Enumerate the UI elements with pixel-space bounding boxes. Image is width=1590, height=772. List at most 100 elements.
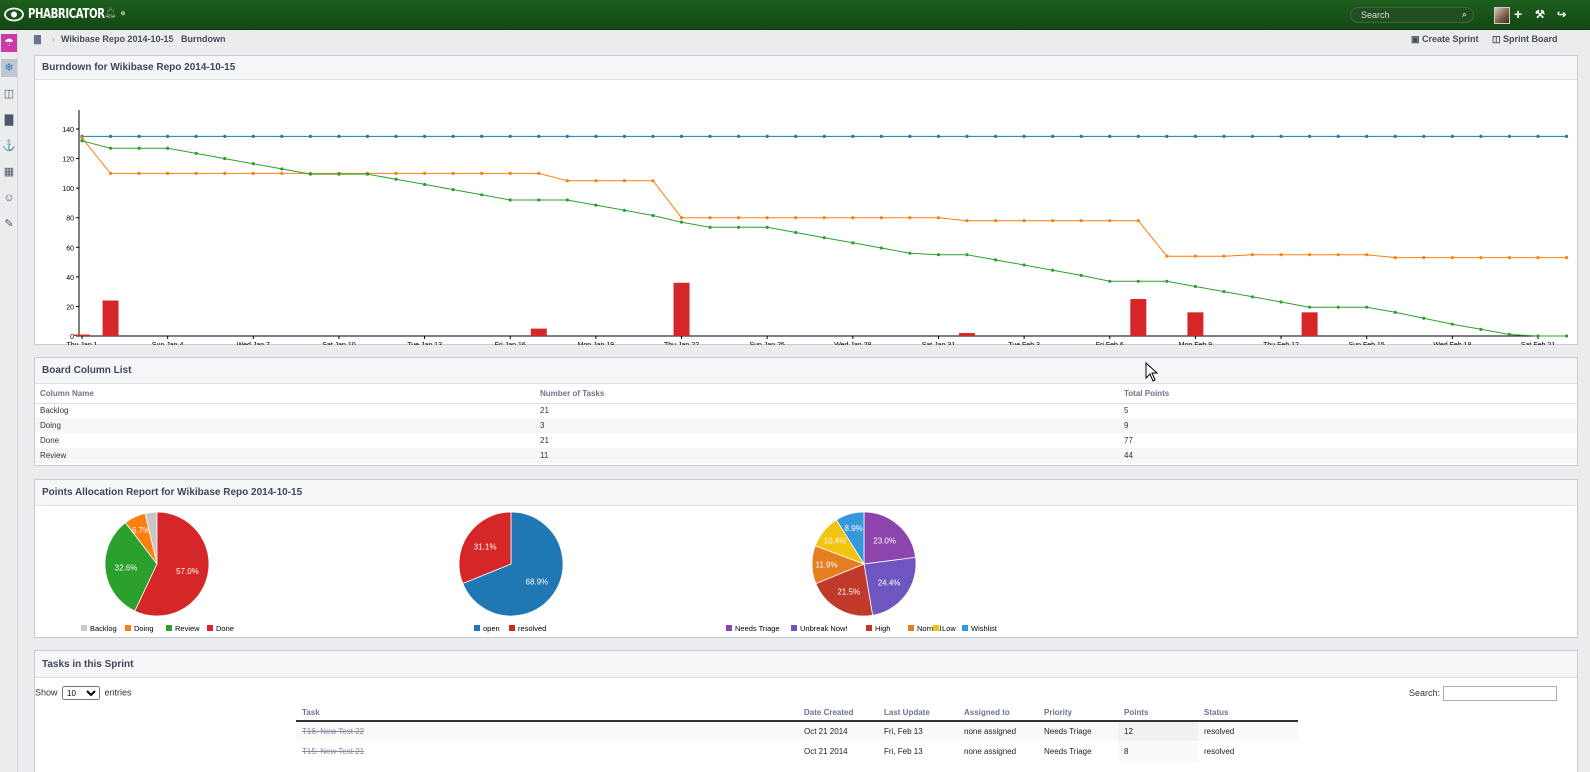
legend-swatch	[726, 625, 732, 631]
breadcrumb-burndown[interactable]: Burndown	[181, 34, 226, 44]
remaining-points-point	[936, 216, 941, 220]
x-tick-label: Tue Feb 3	[1008, 342, 1040, 345]
search-input[interactable]	[1359, 9, 1455, 21]
last-update-column-header[interactable]: Last Update	[878, 705, 958, 722]
sprint-board-button[interactable]: ◫ Sprint Board	[1492, 34, 1558, 45]
create-plus-icon[interactable]: +	[1514, 6, 1522, 22]
board-icon[interactable]: ◫	[1, 85, 17, 103]
legend-item[interactable]: Needs Triage	[726, 624, 780, 633]
start-points-point	[451, 134, 455, 138]
remaining-points-point	[1079, 219, 1083, 223]
ideal-points-point	[765, 225, 769, 229]
column-header[interactable]: Column Name	[35, 384, 535, 404]
chart-icon[interactable]: ▇	[1, 111, 17, 129]
total-points-cell: 77	[1124, 436, 1133, 445]
start-points-point	[480, 134, 484, 138]
remaining-points-point	[280, 171, 284, 175]
start-points-point	[879, 134, 883, 138]
date-created-cell: Oct 21 2014	[798, 741, 878, 761]
x-tick-label: Thu Jan 1	[66, 342, 97, 345]
ideal-points-point	[1193, 284, 1198, 289]
create-sprint-label: Create Sprint	[1422, 34, 1479, 44]
logout-icon[interactable]: ↪	[1557, 8, 1566, 21]
task-link[interactable]: T15: New Test 21	[302, 747, 364, 756]
page-size-select[interactable]: 10	[62, 686, 101, 700]
pencil-icon[interactable]: ✎	[1, 215, 17, 233]
start-points-point	[1564, 134, 1569, 138]
doing-slice-label: 6.7%	[132, 526, 150, 535]
chart-icon[interactable]: ▇	[34, 34, 41, 45]
column-name-cell: Review	[35, 448, 535, 463]
task-cell: T16: New Test 22	[296, 721, 798, 741]
board-column-table: Column Name Number of Tasks Total Points…	[35, 384, 1577, 463]
ideal-points-point	[223, 156, 227, 161]
brand-logo[interactable]: PHABRICATOR	[28, 7, 105, 22]
notifications-bell-icon[interactable]: 🔔︎	[104, 8, 117, 19]
user-avatar[interactable]	[1494, 7, 1510, 24]
legend-item[interactable]: Wishlist	[962, 624, 998, 633]
search-icon[interactable]: ⌕	[1462, 9, 1467, 20]
board-column-panel: Board Column List Column Name Number of …	[34, 357, 1578, 466]
ideal-points-point	[1365, 305, 1369, 309]
x-tick-label: Fri Feb 6	[1096, 342, 1124, 345]
remaining-points-point	[679, 216, 684, 220]
create-sprint-button[interactable]: ▣ Create Sprint	[1411, 34, 1479, 45]
remaining-points-point	[1308, 253, 1312, 257]
table-row: Backlog 21 5	[35, 403, 1577, 418]
calendar-icon: ▣	[1411, 34, 1420, 44]
priority-column-header[interactable]: Priority	[1038, 705, 1118, 722]
legend-label: Wishlist	[971, 624, 998, 633]
legend-item[interactable]: open	[474, 624, 500, 633]
remaining-points-point	[737, 216, 741, 220]
mouse-cursor-icon	[1145, 362, 1159, 382]
legend-item[interactable]: Review	[166, 624, 200, 633]
ideal-points-point	[1336, 305, 1340, 309]
points-column-header[interactable]: Points	[1118, 705, 1198, 722]
start-points-point	[422, 134, 427, 138]
status-column-header[interactable]: Status	[1198, 705, 1298, 722]
ideal-points-point	[1450, 322, 1454, 326]
legend-item[interactable]: Unbreak Now!	[791, 624, 848, 633]
points-cell: 8	[1118, 741, 1198, 761]
column-header[interactable]: Number of Tasks	[535, 384, 1119, 404]
sprint-board-label: Sprint Board	[1503, 34, 1558, 44]
legend-item[interactable]: Backlog	[81, 624, 117, 633]
points-closed-today-bar	[1130, 299, 1147, 336]
burndown-icon[interactable]: ❄	[1, 59, 17, 77]
start-points-point	[679, 134, 684, 138]
anchor-icon[interactable]: ⚓	[1, 137, 17, 155]
legend-item[interactable]: Doing	[125, 624, 154, 633]
remaining-points-point	[166, 171, 170, 175]
start-points-point	[251, 134, 255, 138]
phabricator-eye-icon[interactable]	[4, 6, 24, 23]
breadcrumb-project[interactable]: Wikibase Repo 2014-10-15	[61, 34, 173, 44]
sprint-app-icon[interactable]: ☂	[1, 34, 17, 52]
remaining-points-point	[1279, 253, 1283, 257]
people-icon[interactable]: ☺	[1, 189, 17, 207]
y-tick-label: 100	[62, 186, 74, 193]
column-header[interactable]: Total Points	[1119, 384, 1577, 404]
legend-item[interactable]: resolved	[509, 624, 546, 633]
points-closed-today-bar	[959, 333, 976, 336]
remaining-points-point	[965, 219, 969, 223]
ideal-points-point	[337, 172, 341, 176]
legend-swatch	[933, 625, 939, 631]
legend-label: Needs Triage	[735, 624, 780, 633]
legend-item[interactable]: High	[866, 624, 890, 633]
legend-swatch	[866, 625, 872, 631]
legend-item[interactable]: Done	[207, 624, 234, 633]
page-size-control: Show 10 entries	[35, 686, 132, 700]
date-created-column-header[interactable]: Date Created	[798, 705, 878, 722]
task-column-header[interactable]: Task	[296, 705, 798, 722]
dashboard-icon[interactable]: ▦	[1, 163, 17, 181]
settings-wrench-icon[interactable]: ⚒	[1535, 8, 1545, 21]
assigned-column-header[interactable]: Assigned to	[958, 705, 1038, 722]
task-link[interactable]: T16: New Test 22	[302, 727, 364, 736]
legend-swatch	[509, 625, 515, 631]
start-points-point	[708, 134, 712, 138]
table-row: Done 21 77	[35, 433, 1577, 448]
table-search-input[interactable]	[1442, 686, 1557, 701]
legend-swatch	[125, 625, 131, 631]
legend-label: Review	[175, 624, 200, 633]
conversations-icon[interactable]: ●	[120, 8, 126, 19]
